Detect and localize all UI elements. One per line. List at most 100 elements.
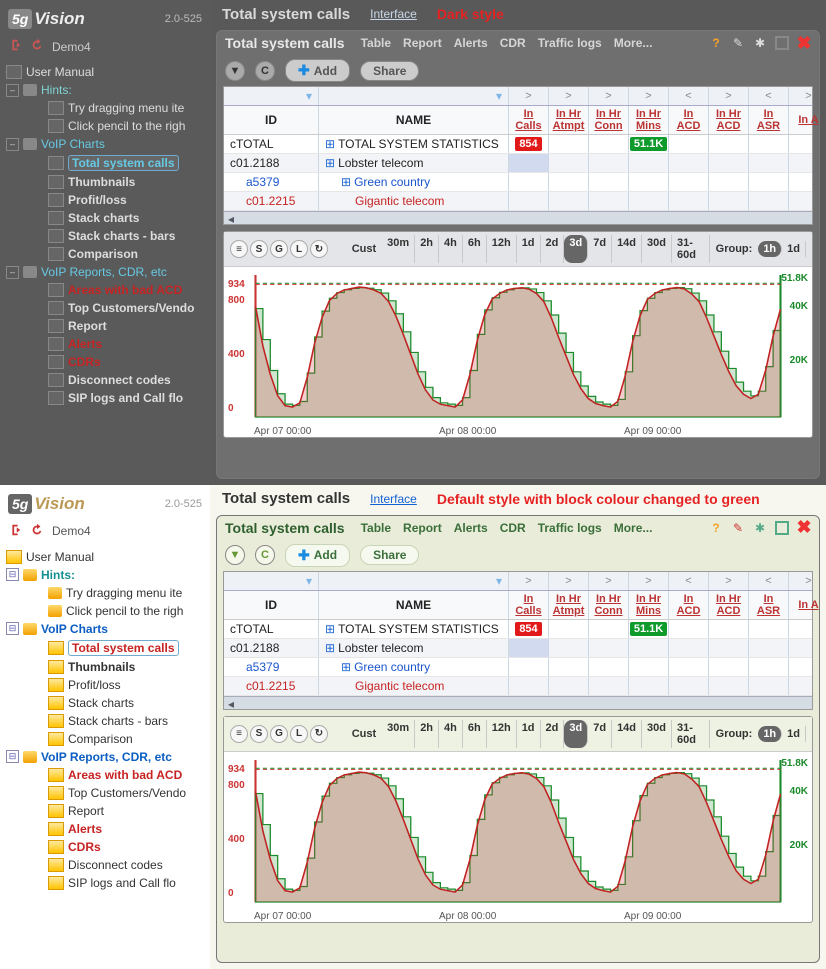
col-acd[interactable]: In ACD [669, 591, 709, 619]
table-row[interactable]: a5379 ⊞Green country [224, 173, 812, 192]
nav-report[interactable]: Report [4, 802, 210, 820]
chart-area[interactable]: 934 800 400 0 51.8K 40K 20K Apr 07 00:00… [224, 752, 812, 922]
nav-total-system-calls[interactable]: Total system calls [4, 153, 210, 173]
filter-hracd[interactable]: > [709, 572, 749, 590]
nav-profitloss[interactable]: Profit/loss [4, 676, 210, 694]
tab-report[interactable]: Report [403, 36, 442, 50]
tab-cdr[interactable]: CDR [500, 36, 526, 50]
col-id[interactable]: ID [224, 106, 319, 134]
c-button[interactable]: C [255, 61, 275, 81]
col-hracd[interactable]: In Hr ACD [709, 591, 749, 619]
col-calls[interactable]: In Calls [509, 106, 549, 134]
col-acd[interactable]: In ACD [669, 106, 709, 134]
tab-more[interactable]: More... [614, 36, 653, 50]
filter-asr[interactable]: < [749, 87, 789, 105]
chevron-down-icon[interactable]: ▾ [496, 574, 502, 588]
refresh-icon[interactable]: ↻ [310, 240, 328, 258]
range-30d[interactable]: 30d [642, 720, 672, 748]
range-7d[interactable]: 7d [588, 235, 612, 263]
range-14d[interactable]: 14d [612, 235, 642, 263]
tab-report[interactable]: Report [403, 521, 442, 535]
list-icon[interactable]: ≡ [230, 240, 248, 258]
tab-traffic[interactable]: Traffic logs [538, 521, 602, 535]
share-button[interactable]: Share [360, 545, 419, 565]
hints-folder[interactable]: ⊟Hints: [4, 566, 210, 584]
funnel-button[interactable]: ▼ [225, 61, 245, 81]
close-icon[interactable]: ✖ [797, 521, 811, 535]
help-icon[interactable]: ? [709, 36, 723, 50]
range-2h[interactable]: 2h [415, 720, 439, 748]
plus-icon[interactable]: ⊞ [341, 660, 351, 674]
cust-label[interactable]: Cust [352, 243, 376, 255]
filter-a[interactable]: > [789, 87, 820, 105]
range-2d[interactable]: 2d [541, 720, 565, 748]
hints-folder[interactable]: –Hints: [4, 81, 210, 99]
nav-alerts[interactable]: Alerts [4, 820, 210, 838]
filter-atmpt[interactable]: > [549, 87, 589, 105]
nav-comparison[interactable]: Comparison [4, 730, 210, 748]
nav-disconnect[interactable]: Disconnect codes [4, 856, 210, 874]
tab-alerts[interactable]: Alerts [454, 36, 488, 50]
range-4h[interactable]: 4h [439, 235, 463, 263]
filter-a[interactable]: > [789, 572, 820, 590]
range-1d[interactable]: 1d [517, 720, 541, 748]
gear-icon[interactable]: ✱ [753, 36, 767, 50]
range-4h[interactable]: 4h [439, 720, 463, 748]
funnel-button[interactable]: ▼ [225, 545, 245, 565]
minus-icon[interactable]: – [6, 138, 19, 151]
filter-hracd[interactable]: > [709, 87, 749, 105]
g-button[interactable]: G [270, 240, 288, 258]
col-name[interactable]: NAME [319, 591, 509, 619]
voip-charts-folder[interactable]: ⊟VoIP Charts [4, 620, 210, 638]
minimize-icon[interactable] [775, 521, 789, 535]
c-button[interactable]: C [255, 545, 275, 565]
table-row[interactable]: a5379 ⊞Green country [224, 658, 812, 677]
nav-stack-bars[interactable]: Stack charts - bars [4, 227, 210, 245]
nav-alerts[interactable]: Alerts [4, 335, 210, 353]
filter-conn[interactable]: > [589, 572, 629, 590]
nav-thumbnails[interactable]: Thumbnails [4, 658, 210, 676]
range-3d[interactable]: 3d [564, 235, 588, 263]
h-scrollbar[interactable]: ◂ [224, 211, 812, 224]
range-31-60d[interactable]: 31-60d [672, 235, 710, 263]
col-atmpt[interactable]: In Hr Atmpt [549, 591, 589, 619]
nav-comparison[interactable]: Comparison [4, 245, 210, 263]
filter-atmpt[interactable]: > [549, 572, 589, 590]
col-atmpt[interactable]: In Hr Atmpt [549, 106, 589, 134]
chart-area[interactable]: 934 800 400 0 51.8K 40K 20K Apr 07 00:00… [224, 267, 812, 437]
nav-cdrs[interactable]: CDRs [4, 838, 210, 856]
list-icon[interactable]: ≡ [230, 725, 248, 743]
plus-icon[interactable]: ⊞ [325, 156, 335, 170]
range-6h[interactable]: 6h [463, 720, 487, 748]
table-row[interactable]: c01.2215 Gigantic telecom [224, 677, 812, 696]
table-row[interactable]: cTOTAL ⊞TOTAL SYSTEM STATISTICS 854 51.1… [224, 620, 812, 639]
col-a[interactable]: In A [789, 106, 820, 134]
minus-icon[interactable]: – [6, 84, 19, 97]
nav-report[interactable]: Report [4, 317, 210, 335]
s-button[interactable]: S [250, 725, 268, 743]
nav-cdrs[interactable]: CDRs [4, 353, 210, 371]
filter-calls[interactable]: > [509, 572, 549, 590]
filter-asr[interactable]: < [749, 572, 789, 590]
chevron-down-icon[interactable]: ▾ [496, 89, 502, 103]
tab-table[interactable]: Table [361, 36, 391, 50]
tab-alerts[interactable]: Alerts [454, 521, 488, 535]
group-1d[interactable]: 1d [782, 726, 806, 742]
range-14d[interactable]: 14d [612, 720, 642, 748]
refresh-icon[interactable] [30, 38, 44, 55]
group-1d[interactable]: 1d [782, 241, 806, 257]
col-asr[interactable]: In ASR [749, 106, 789, 134]
help-icon[interactable]: ? [709, 521, 723, 535]
table-row[interactable]: c01.2215 Gigantic telecom [224, 192, 812, 211]
range-30m[interactable]: 30m [382, 235, 415, 263]
nav-stack[interactable]: Stack charts [4, 694, 210, 712]
plus-icon[interactable]: ⊞ [325, 137, 335, 151]
interface-link[interactable]: Interface [370, 492, 417, 506]
minimize-icon[interactable] [775, 36, 789, 50]
close-icon[interactable]: ✖ [797, 36, 811, 50]
nav-stack[interactable]: Stack charts [4, 209, 210, 227]
pencil-icon[interactable]: ✎ [731, 36, 745, 50]
range-6h[interactable]: 6h [463, 235, 487, 263]
refresh-icon[interactable]: ↻ [310, 725, 328, 743]
range-30d[interactable]: 30d [642, 235, 672, 263]
